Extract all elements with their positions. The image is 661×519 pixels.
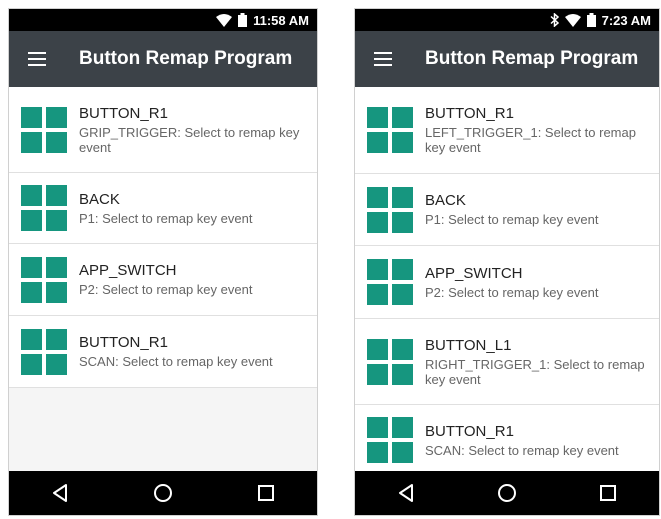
navigation-bar (355, 471, 659, 515)
status-bar: 11:58 AM (9, 9, 317, 31)
grid-icon (21, 328, 67, 375)
phone-screen-right: 7:23 AM Button Remap Program BUTTON_R1 L… (354, 8, 660, 516)
grid-icon (21, 106, 67, 153)
list-item[interactable]: APP_SWITCH P2: Select to remap key event (9, 244, 317, 316)
item-subtitle: P2: Select to remap key event (425, 284, 599, 300)
battery-icon (586, 13, 596, 27)
status-bar: 7:23 AM (355, 9, 659, 31)
grid-icon (21, 185, 67, 231)
item-subtitle: P1: Select to remap key event (79, 210, 253, 226)
menu-icon[interactable] (9, 31, 65, 87)
app-bar: Button Remap Program (9, 31, 317, 87)
item-subtitle: P1: Select to remap key event (425, 212, 599, 227)
item-title: BUTTON_R1 (79, 334, 168, 351)
list-item[interactable]: BUTTON_R1 GRIP_TRIGGER: Select to remap … (9, 87, 317, 173)
item-title: BUTTON_R1 (425, 422, 514, 440)
item-subtitle: P2: Select to remap key event (79, 282, 253, 297)
back-triangle-icon (53, 484, 68, 502)
list-item[interactable]: BACK P1: Select to remap key event (355, 174, 659, 246)
app-title: Button Remap Program (425, 48, 639, 69)
app-title: Button Remap Program (79, 48, 293, 69)
item-title: BUTTON_R1 (79, 104, 168, 122)
home-circle-icon (153, 484, 172, 502)
item-subtitle: SCAN: Select to remap key event (79, 354, 273, 369)
home-circle-icon (497, 484, 516, 502)
grid-icon (367, 259, 413, 305)
item-title: APP_SWITCH (79, 262, 177, 279)
back-button[interactable] (386, 473, 426, 513)
list-item[interactable]: BUTTON_L1 RIGHT_TRIGGER_1: Select to rem… (355, 319, 659, 405)
recents-square-icon (600, 485, 617, 501)
app-bar: Button Remap Program (355, 31, 659, 87)
item-title: BACK (425, 192, 466, 209)
status-time: 11:58 AM (253, 12, 309, 28)
bluetooth-icon (550, 13, 559, 27)
button-list: BUTTON_R1 GRIP_TRIGGER: Select to remap … (9, 87, 317, 388)
button-list: BUTTON_R1 LEFT_TRIGGER_1: Select to rema… (355, 87, 659, 475)
item-subtitle: GRIP_TRIGGER: Select to remap key event (79, 124, 300, 155)
back-button[interactable] (40, 473, 80, 513)
list-item[interactable]: BUTTON_R1 LEFT_TRIGGER_1: Select to rema… (355, 87, 659, 174)
recents-button[interactable] (246, 473, 286, 513)
item-title: BUTTON_L1 (425, 336, 512, 354)
status-time: 7:23 AM (601, 12, 651, 28)
grid-icon (367, 107, 413, 153)
item-subtitle: SCAN: Select to remap key event (425, 442, 619, 458)
item-title: APP_SWITCH (425, 264, 523, 282)
list-item[interactable]: BUTTON_R1 SCAN: Select to remap key even… (355, 405, 659, 475)
item-subtitle: RIGHT_TRIGGER_1: Select to remap key eve… (425, 356, 645, 387)
recents-square-icon (257, 485, 274, 501)
list-item[interactable]: BACK P1: Select to remap key event (9, 173, 317, 244)
navigation-bar (9, 471, 317, 515)
grid-icon (367, 186, 413, 233)
wifi-icon (216, 13, 233, 27)
wifi-icon (564, 13, 581, 27)
item-title: BACK (79, 190, 120, 208)
recents-button[interactable] (588, 473, 628, 513)
phone-screen-left: 11:58 AM Button Remap Program BUTTON_R1 … (8, 8, 318, 516)
list-item[interactable]: APP_SWITCH P2: Select to remap key event (355, 246, 659, 319)
back-triangle-icon (398, 484, 413, 502)
grid-icon (21, 256, 67, 303)
list-item[interactable]: BUTTON_R1 SCAN: Select to remap key even… (9, 316, 317, 388)
item-title: BUTTON_R1 (425, 105, 514, 122)
grid-icon (367, 338, 413, 385)
item-subtitle: LEFT_TRIGGER_1: Select to remap key even… (425, 125, 636, 155)
grid-icon (367, 417, 413, 463)
menu-icon[interactable] (355, 31, 411, 87)
battery-icon (238, 13, 248, 27)
home-button[interactable] (487, 473, 527, 513)
home-button[interactable] (143, 473, 183, 513)
